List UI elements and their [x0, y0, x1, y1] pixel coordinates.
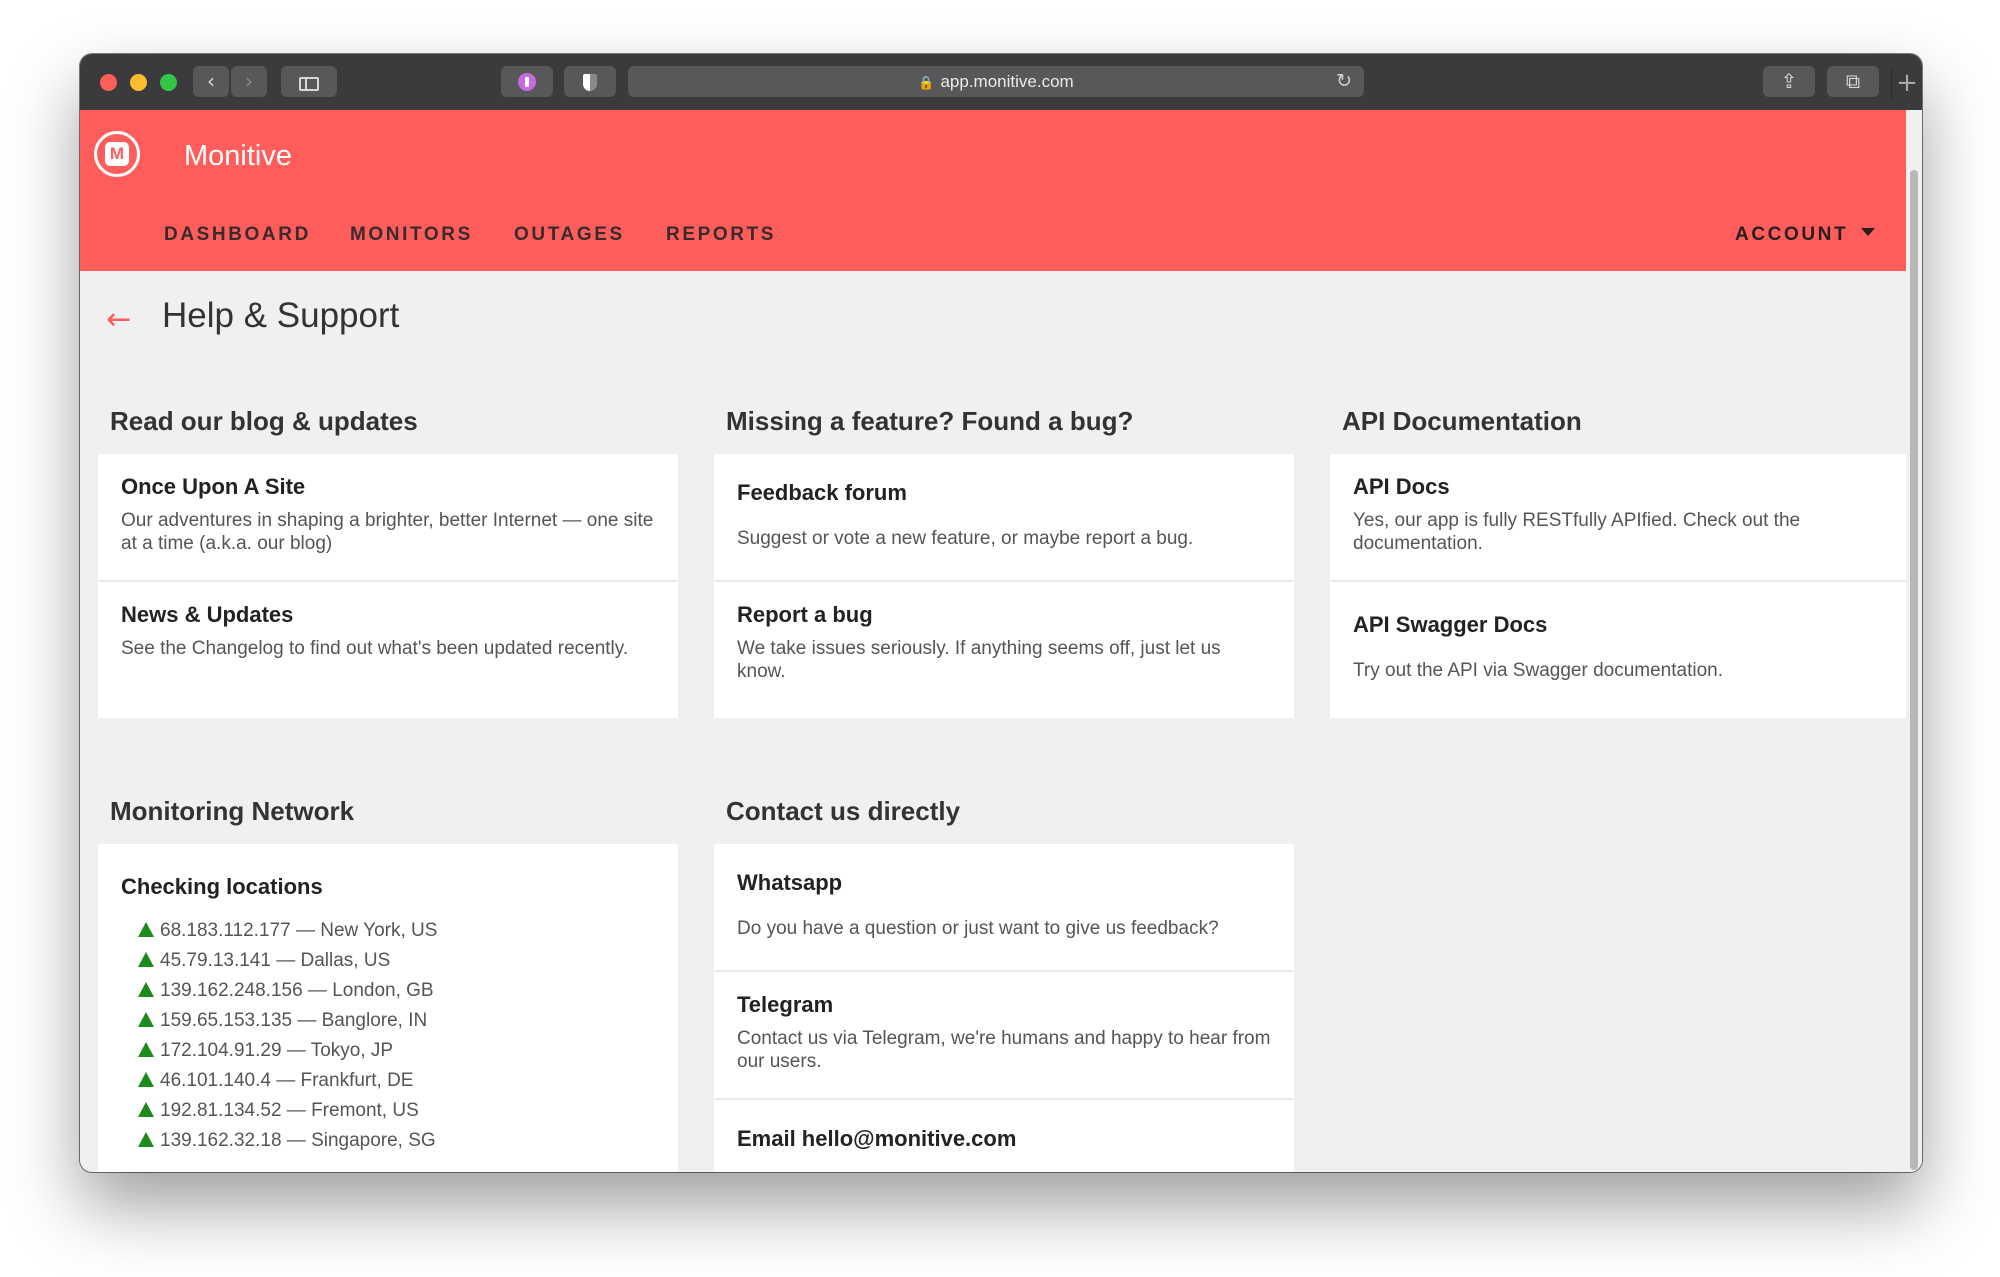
card-report-a-bug[interactable]: Report a bug We take issues seriously. I… — [714, 582, 1294, 718]
card-title: Report a bug — [737, 602, 873, 627]
location-row: 159.65.153.135 — Banglore, IN — [138, 1010, 427, 1032]
tabs-icon: ⧉ — [1845, 69, 1861, 93]
card-title: Email hello@monitive.com — [737, 1126, 1017, 1151]
section-title-api: API Documentation — [1342, 406, 1582, 436]
lock-icon: 🔒 — [918, 76, 935, 91]
nav-monitors[interactable]: MONITORS — [350, 224, 473, 246]
caret-down-icon[interactable] — [1861, 228, 1875, 236]
blog-card-group: Once Upon A Site Our adventures in shapi… — [98, 454, 678, 718]
card-title: Once Upon A Site — [121, 474, 306, 499]
password-manager-icon — [518, 73, 536, 91]
account-menu[interactable]: ACCOUNT — [1735, 224, 1848, 246]
password-manager-button[interactable] — [501, 66, 553, 97]
page-scrollbar[interactable] — [1906, 110, 1922, 1172]
brand-name[interactable]: Monitive — [184, 140, 292, 173]
tabs-overview-button[interactable]: ⧉ — [1827, 66, 1879, 97]
card-telegram[interactable]: Telegram Contact us via Telegram, we're … — [714, 972, 1294, 1100]
back-button[interactable]: ‹ — [193, 66, 229, 97]
card-api-docs[interactable]: API Docs Yes, our app is fully RESTfully… — [1330, 454, 1910, 582]
location-row: 172.104.91.29 — Tokyo, JP — [138, 1040, 393, 1062]
card-email[interactable]: Email hello@monitive.com — [714, 1100, 1294, 1172]
sidebar-toggle-button[interactable] — [281, 66, 337, 97]
section-title-feature: Missing a feature? Found a bug? — [726, 406, 1134, 436]
status-up-icon — [138, 1132, 154, 1147]
contact-card-group: Whatsapp Do you have a question or just … — [714, 844, 1294, 1172]
card-title: Feedback forum — [737, 480, 907, 505]
status-up-icon — [138, 1072, 154, 1087]
status-up-icon — [138, 1012, 154, 1027]
page-title: Help & Support — [162, 296, 400, 335]
network-card-group: Checking locations 68.183.112.177 — New … — [98, 844, 678, 1172]
card-title: Whatsapp — [737, 870, 843, 895]
location-row: 68.183.112.177 — New York, US — [138, 920, 437, 942]
share-button[interactable]: ⇪ — [1763, 66, 1815, 97]
card-description: Contact us via Telegram, we're humans an… — [737, 1028, 1271, 1072]
status-up-icon — [138, 1102, 154, 1117]
location-row: 46.101.140.4 — Frankfurt, DE — [138, 1070, 413, 1092]
nav-dashboard[interactable]: DASHBOARD — [164, 224, 311, 246]
card-title: News & Updates — [121, 602, 294, 627]
location-row: 45.79.13.141 — Dallas, US — [138, 950, 390, 972]
card-description: Do you have a question or just want to g… — [737, 918, 1219, 939]
location-row: 139.162.248.156 — London, GB — [138, 980, 434, 1002]
chevron-left-icon: ‹ — [207, 69, 215, 93]
zoom-window-button[interactable] — [160, 74, 177, 91]
plus-icon: + — [1896, 68, 1918, 98]
address-bar[interactable]: 🔒 app.monitive.com ↻ — [628, 66, 1364, 97]
section-title-blog: Read our blog & updates — [110, 406, 418, 436]
logo-letter: M — [105, 142, 129, 166]
card-description: Our adventures in shaping a brighter, be… — [121, 510, 654, 554]
card-feedback-forum[interactable]: Feedback forum Suggest or vote a new fea… — [714, 454, 1294, 582]
card-description: Suggest or vote a new feature, or maybe … — [737, 528, 1194, 549]
monitive-logo[interactable]: M — [94, 131, 140, 177]
close-window-button[interactable] — [100, 74, 117, 91]
location-row: 139.162.32.18 — Singapore, SG — [138, 1130, 436, 1152]
card-description: We take issues seriously. If anything se… — [737, 638, 1221, 682]
sidebar-icon — [299, 77, 319, 91]
section-title-network: Monitoring Network — [110, 796, 355, 826]
card-description: See the Changelog to find out what's bee… — [121, 638, 629, 659]
card-checking-locations: Checking locations 68.183.112.177 — New … — [98, 844, 678, 1172]
back-arrow-icon[interactable]: ← — [106, 302, 131, 337]
card-whatsapp[interactable]: Whatsapp Do you have a question or just … — [714, 844, 1294, 972]
nav-reports[interactable]: REPORTS — [666, 224, 776, 246]
section-title-contact: Contact us directly — [726, 796, 961, 826]
card-title: Checking locations — [121, 874, 323, 899]
reload-icon[interactable]: ↻ — [1336, 66, 1352, 97]
forward-button[interactable]: › — [231, 66, 267, 97]
feature-card-group: Feedback forum Suggest or vote a new fea… — [714, 454, 1294, 718]
browser-window: ‹ › 🔒 app.monitive.com ↻ ⇪ ⧉ + M Monitive… — [80, 54, 1922, 1172]
card-once-upon-a-site[interactable]: Once Upon A Site Our adventures in shapi… — [98, 454, 678, 582]
card-api-swagger-docs[interactable]: API Swagger Docs Try out the API via Swa… — [1330, 582, 1910, 718]
privacy-shield-button[interactable] — [564, 66, 616, 97]
api-card-group: API Docs Yes, our app is fully RESTfully… — [1330, 454, 1910, 718]
nav-outages[interactable]: OUTAGES — [514, 224, 625, 246]
new-tab-button[interactable]: + — [1891, 68, 1922, 100]
card-title: API Swagger Docs — [1353, 612, 1548, 637]
status-up-icon — [138, 1042, 154, 1057]
browser-toolbar: ‹ › 🔒 app.monitive.com ↻ ⇪ ⧉ + — [80, 54, 1922, 111]
card-title: API Docs — [1353, 474, 1450, 499]
status-up-icon — [138, 952, 154, 967]
location-row: 192.81.134.52 — Fremont, US — [138, 1100, 419, 1122]
card-description: Try out the API via Swagger documentatio… — [1353, 660, 1723, 681]
card-title: Telegram — [737, 992, 834, 1017]
shield-icon — [583, 74, 597, 91]
card-description: Yes, our app is fully RESTfully APIfied.… — [1353, 510, 1801, 554]
scrollbar-thumb[interactable] — [1910, 170, 1918, 1170]
app-header: M Monitive DASHBOARD MONITORS OUTAGES RE… — [80, 110, 1922, 271]
url-text: app.monitive.com — [940, 72, 1074, 91]
status-up-icon — [138, 922, 154, 937]
card-news-updates[interactable]: News & Updates See the Changelog to find… — [98, 582, 678, 718]
chevron-right-icon: › — [245, 69, 253, 93]
share-icon: ⇪ — [1780, 69, 1798, 93]
status-up-icon — [138, 982, 154, 997]
minimize-window-button[interactable] — [130, 74, 147, 91]
